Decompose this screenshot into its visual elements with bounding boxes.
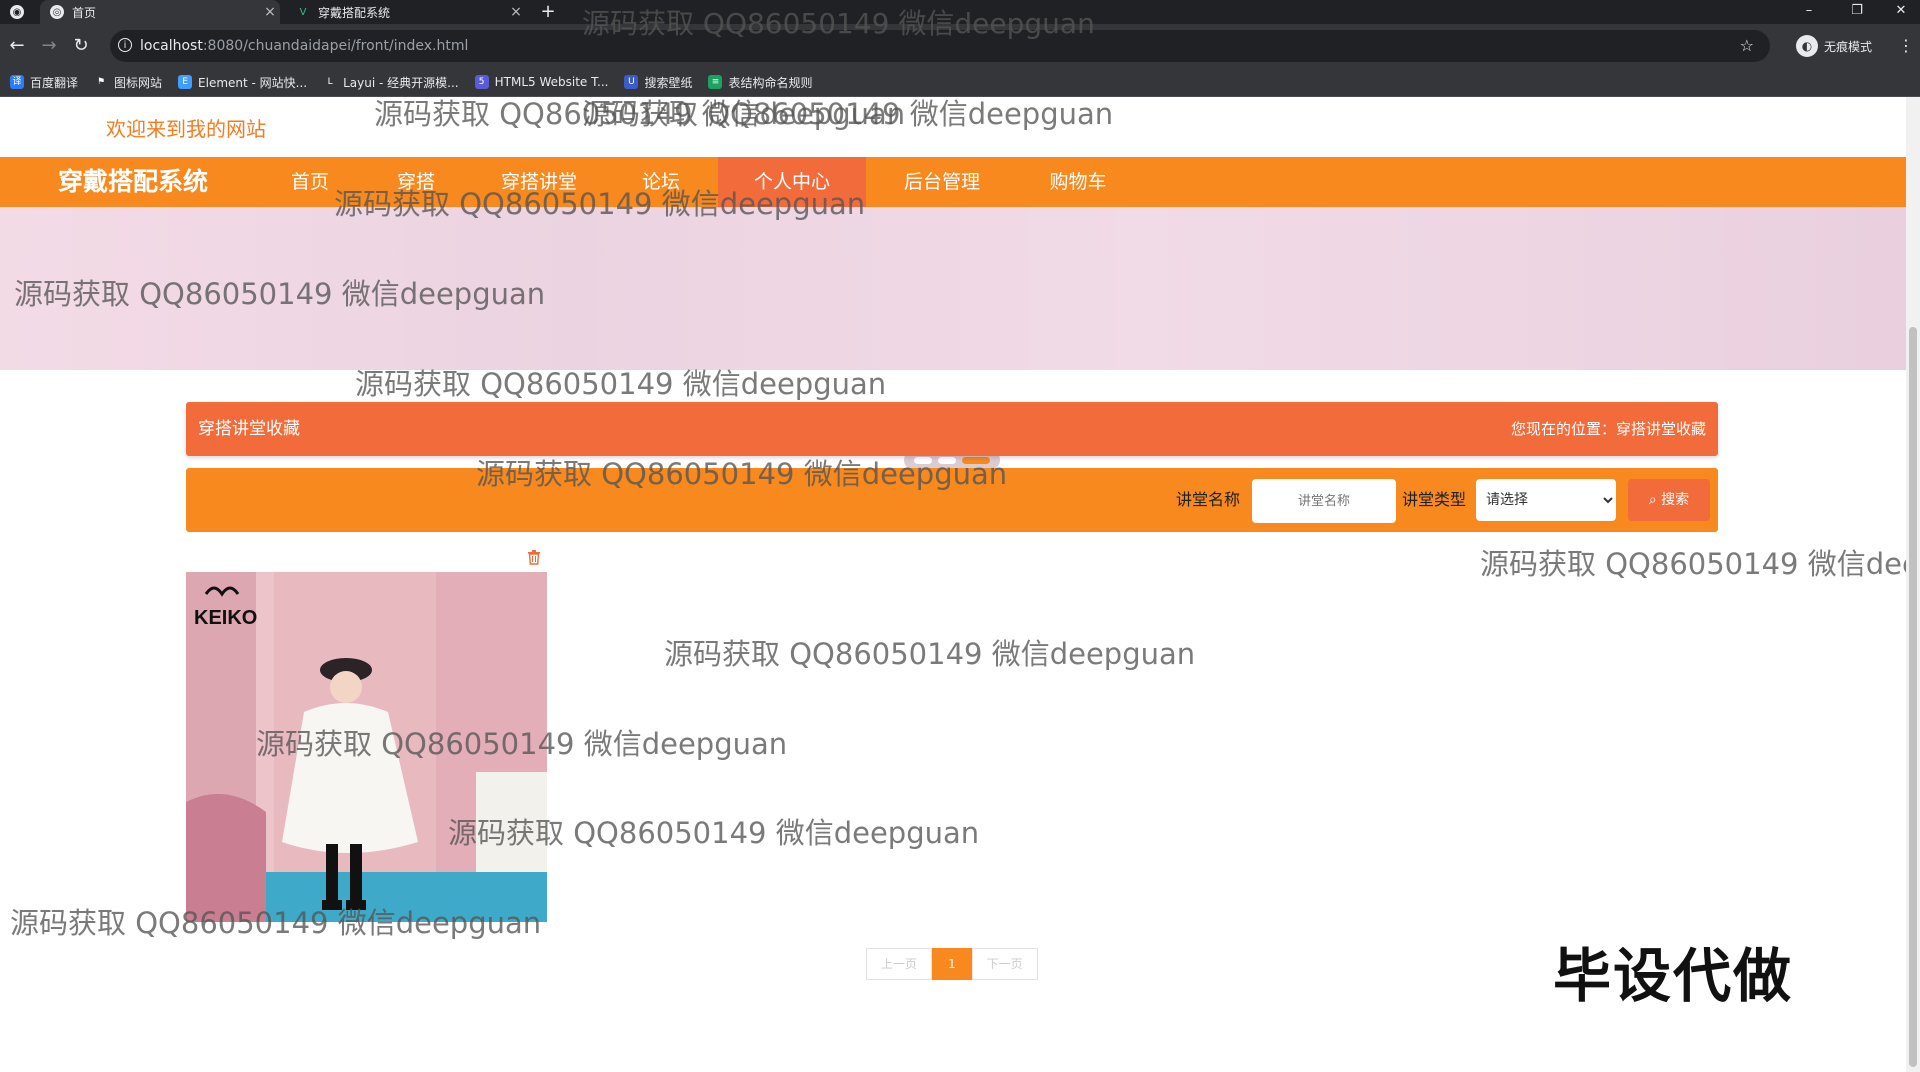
bookmark-item[interactable]: L Layui - 经典开源模... (323, 74, 459, 91)
lecture-name-input[interactable] (1252, 479, 1396, 523)
bookmark-label: HTML5 Website T... (494, 75, 609, 89)
nav-outfits[interactable]: 穿搭 (370, 157, 462, 207)
site-brand[interactable]: 穿戴搭配系统 (58, 157, 208, 207)
bookmark-label: 表结构命名规则 (728, 75, 813, 90)
browser-toolbar: ← → ↻ i localhost:8080/chuandaidapei/fro… (0, 24, 1920, 68)
url-host: localhost (140, 38, 203, 54)
close-tab-icon[interactable]: × (506, 4, 526, 20)
bookmarks-bar: 译百度翻译 ⚑ 图标网站 E Element - 网站快... L Layui - 经… (0, 68, 1920, 97)
bookmark-label: 图标网站 (114, 75, 163, 90)
layui-icon: L (323, 75, 338, 89)
flag-icon: ⚑ (94, 75, 109, 89)
tab-system[interactable]: V 穿戴搭配系统 × (286, 0, 526, 24)
search-button[interactable]: ⌕ 搜索 (1628, 479, 1710, 521)
lecture-cover-image[interactable]: KEIKO (186, 572, 547, 922)
bookmark-item[interactable]: U 搜索壁纸 (624, 74, 692, 91)
search-icon: ⌕ (1648, 492, 1657, 508)
page-number-button[interactable]: 1 (932, 948, 972, 980)
page-scrollbar[interactable] (1906, 97, 1920, 1072)
brand-mark: KEIKO (194, 607, 257, 629)
watermark-text: 源码获取 QQ86050149 微信deepguan (1480, 547, 1906, 581)
incognito-label: 无痕模式 (1824, 39, 1873, 54)
bookmark-item[interactable]: 5 HTML5 Website T... (474, 75, 609, 89)
new-tab-button[interactable]: + (536, 0, 560, 24)
watermark-text: 源码获取 QQ86050149 微信deepguan (374, 97, 906, 131)
section-title: 穿搭讲堂收藏 (198, 419, 300, 439)
nav-home[interactable]: 首页 (262, 157, 358, 207)
lecture-type-select[interactable]: 请选择 (1476, 479, 1616, 521)
translate-icon: 译 (10, 75, 24, 89)
bookmark-item[interactable]: 译百度翻译 (10, 74, 78, 91)
url-text: localhost:8080/chuandaidapei/front/index… (140, 30, 468, 62)
minimize-icon[interactable]: – (1790, 0, 1828, 24)
site-info-icon[interactable]: i (118, 38, 132, 52)
web-page: 欢迎来到我的网站 穿戴搭配系统 首页 穿搭 穿搭讲堂 论坛 个人中心 后台管理 … (0, 97, 1906, 1072)
bookmark-label: 百度翻译 (30, 75, 79, 90)
lecture-name-label: 讲堂名称 (1176, 490, 1241, 509)
bookmark-label: Layui - 经典开源模... (343, 75, 459, 90)
tab-title: 穿戴搭配系统 (318, 5, 391, 20)
tab-home[interactable]: ◎ 首页 × (40, 0, 280, 24)
nav-lectures[interactable]: 穿搭讲堂 (470, 157, 608, 207)
nav-cart[interactable]: 购物车 (1016, 157, 1140, 207)
search-bar: 讲堂名称 讲堂类型 请选择 ⌕ 搜索 (186, 468, 1718, 532)
main-nav: 穿戴搭配系统 首页 穿搭 穿搭讲堂 论坛 个人中心 后台管理 购物车 (0, 157, 1906, 207)
wallpaper-icon: U (624, 75, 639, 89)
chrome-logo-icon: ◉ (0, 0, 38, 24)
globe-icon: ◎ (50, 5, 64, 19)
search-button-label: 搜索 (1661, 492, 1690, 508)
section-header: 穿搭讲堂收藏 您现在的位置：穿搭讲堂收藏 (186, 402, 1718, 456)
more-menu-icon[interactable]: ⋮ (1898, 36, 1914, 55)
welcome-text: 欢迎来到我的网站 (106, 117, 266, 141)
carousel-dot[interactable] (938, 456, 956, 464)
nav-forum[interactable]: 论坛 (614, 157, 708, 207)
watermark-text: 源码获取 QQ86050149 微信deepguan (664, 637, 1196, 671)
bookmark-label: 搜索壁纸 (644, 75, 693, 90)
browser-tab-strip: ◉ ◎ 首页 × V 穿戴搭配系统 × + – ❐ ✕ (0, 0, 1920, 24)
bookmark-label: Element - 网站快... (198, 75, 308, 90)
element-icon: E (178, 75, 193, 89)
incognito-indicator[interactable]: ◐ 无痕模式 (1796, 33, 1872, 59)
prev-page-button[interactable]: 上一页 (866, 948, 933, 980)
table-icon: ≡ (708, 75, 723, 89)
html5-icon: 5 (474, 75, 489, 89)
carousel-dot[interactable] (914, 456, 932, 464)
bookmark-item[interactable]: ≡ 表结构命名规则 (708, 74, 812, 91)
corner-tag: 毕设代做 (1553, 942, 1794, 1010)
bookmark-star-icon[interactable]: ☆ (1740, 30, 1754, 62)
scrollbar-thumb[interactable] (1909, 327, 1917, 1067)
tab-title: 首页 (72, 5, 97, 20)
incognito-icon: ◐ (1796, 35, 1818, 57)
forward-icon[interactable]: → (38, 35, 60, 57)
favorite-lecture-card[interactable]: KEIKO (186, 572, 547, 922)
vue-icon: V (299, 6, 307, 18)
pagination: 上一页 1 下一页 (866, 948, 1038, 980)
bookmark-item[interactable]: E Element - 网站快... (178, 74, 307, 91)
nav-user-center[interactable]: 个人中心 (718, 157, 866, 207)
trash-icon[interactable] (527, 549, 541, 565)
address-bar[interactable]: i localhost:8080/chuandaidapei/front/ind… (110, 30, 1770, 62)
close-tab-icon[interactable]: × (260, 4, 280, 20)
banner-carousel (0, 207, 1906, 470)
next-page-button[interactable]: 下一页 (971, 948, 1038, 980)
back-icon[interactable]: ← (6, 35, 28, 57)
watermark-text: 源码获取 QQ86050149 微信deepguan (582, 97, 1114, 131)
url-path: :8080/chuandaidapei/front/index.html (202, 38, 469, 54)
breadcrumb: 您现在的位置：穿搭讲堂收藏 (1510, 420, 1706, 438)
lecture-type-label: 讲堂类型 (1402, 490, 1467, 509)
bookmark-item[interactable]: ⚑ 图标网站 (94, 74, 162, 91)
nav-admin[interactable]: 后台管理 (880, 157, 1004, 207)
restore-icon[interactable]: ❐ (1838, 0, 1876, 24)
reload-icon[interactable]: ↻ (70, 35, 92, 57)
close-window-icon[interactable]: ✕ (1882, 0, 1920, 24)
carousel-dot-active[interactable] (962, 456, 990, 464)
